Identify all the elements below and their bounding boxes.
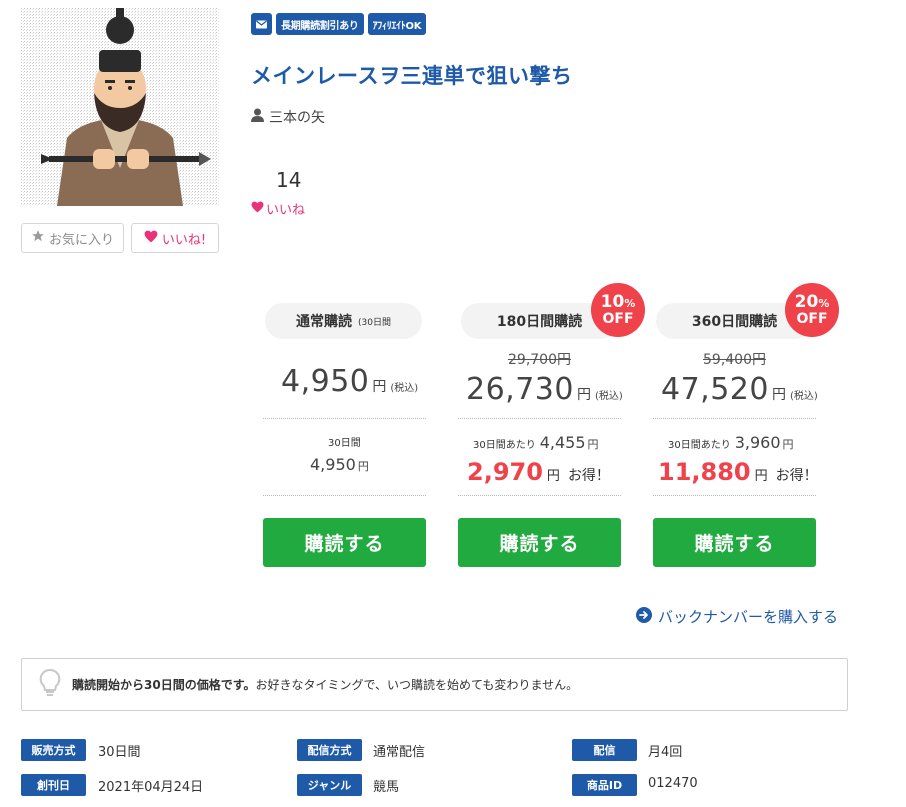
like-count: 14 <box>276 168 302 192</box>
product-thumbnail <box>21 8 219 206</box>
plan-normal-per30-label: 30日間 <box>328 438 361 449</box>
like-label: いいね <box>251 199 305 218</box>
divider <box>653 418 816 419</box>
divider <box>263 418 426 419</box>
plan-360-per30: 30日間あたり 3,960 円 <box>668 433 794 452</box>
arrow-circle-right-icon <box>636 606 652 627</box>
backnumber-label: バックナンバーを購入する <box>658 608 839 626</box>
meta-value-delivery: 月4回 <box>648 745 683 760</box>
meta-value-sales-type: 30日間 <box>98 745 141 760</box>
subscribe-button-360[interactable]: 購読する <box>653 518 816 567</box>
author[interactable]: 三本の矢 <box>251 107 325 127</box>
price-notice: 購読開始から30日間の価格です。 お好きなタイミングで、いつ購読を始めても変わり… <box>21 658 848 711</box>
plan-name: 180日間購読 <box>496 314 583 330</box>
user-icon <box>251 108 264 126</box>
discount-badge-10: 10% OFF <box>591 283 645 337</box>
plan-360-savings: 11,880 円 お得！ <box>658 458 818 486</box>
plan-name: 360日間購読 <box>691 314 778 330</box>
author-name: 三本の矢 <box>269 110 325 126</box>
meta-tag-sales-type: 販売方式 <box>21 739 86 761</box>
subscribe-button-normal[interactable]: 購読する <box>263 518 426 567</box>
plan-360-price: 47,520 円 (税込) <box>661 372 818 407</box>
plan-name: 通常購読 <box>296 314 353 330</box>
like-button[interactable]: いいね! <box>131 223 219 253</box>
meta-tag-launch-date: 創刊日 <box>21 774 86 796</box>
meta-value-delivery-method: 通常配信 <box>373 745 426 760</box>
like-button-label: いいね! <box>161 232 207 248</box>
plan-normal-price: 4,950 円 (税込) <box>281 364 419 399</box>
meta-tag-genre: ジャンル <box>297 774 362 796</box>
badge-long-term-discount: 長期購読割引あり <box>276 13 364 35</box>
subscribe-button-180[interactable]: 購読する <box>458 518 621 567</box>
discount-badge-20: 20% OFF <box>785 283 839 337</box>
plan-180-original-price: 29,700円 <box>508 352 571 368</box>
meta-value-genre[interactable]: 競馬 <box>373 776 399 795</box>
page-title: メインレースヲ三連単で狙い撃ち <box>251 64 573 88</box>
divider <box>458 418 621 419</box>
lightbulb-icon <box>38 668 62 701</box>
meta-value-launch-date: 2021年04月24日 <box>98 780 204 795</box>
notice-text: お好きなタイミングで、いつ購読を始めても変わりません。 <box>255 678 579 692</box>
favorite-button[interactable]: お気に入り <box>21 223 124 253</box>
favorite-label: お気に入り <box>48 232 114 248</box>
star-icon <box>31 229 45 247</box>
meta-tag-delivery: 配信 <box>572 739 637 761</box>
plan-normal-header: 通常購読 (30日間 <box>265 303 422 339</box>
divider <box>653 495 816 496</box>
mail-icon <box>251 13 272 35</box>
plan-name-note: (30日間 <box>358 317 391 328</box>
badge-affiliate: ｱﾌｨﾘｴｲﾄOK <box>367 13 427 35</box>
meta-value-product-id: 012470 <box>648 776 698 791</box>
meta-tag-delivery-method: 配信方式 <box>297 739 362 761</box>
heart-icon <box>144 230 158 247</box>
plan-180-price: 26,730 円 (税込) <box>466 372 623 407</box>
backnumber-link[interactable]: バックナンバーを購入する <box>636 606 838 627</box>
heart-icon <box>251 201 264 217</box>
divider <box>458 495 621 496</box>
badge-list: 長期購読割引あり ｱﾌｨﾘｴｲﾄOK <box>251 13 427 35</box>
notice-bold: 購読開始から30日間の価格です。 <box>72 678 256 692</box>
plan-180-per30: 30日間あたり 4,455 円 <box>473 433 599 452</box>
plan-normal-per30-price: 4,950 円 <box>310 455 369 474</box>
meta-tag-product-id: 商品ID <box>572 774 637 796</box>
plan-180-savings: 2,970 円 お得！ <box>467 458 610 486</box>
divider <box>263 495 426 496</box>
plan-360-original-price: 59,400円 <box>703 352 766 368</box>
